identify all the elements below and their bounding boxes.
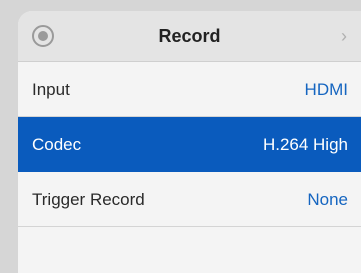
- empty-list-area: [18, 227, 361, 273]
- setting-value-input[interactable]: HDMI: [305, 62, 348, 117]
- setting-row-input[interactable]: Input HDMI: [18, 62, 361, 117]
- setting-value-trigger-record[interactable]: None: [307, 172, 348, 227]
- setting-value-codec[interactable]: H.264 High: [263, 117, 348, 172]
- record-menu-panel: Record › Input HDMI Codec H.264 High Tri…: [18, 11, 361, 273]
- setting-label-input: Input: [32, 80, 70, 99]
- setting-row-codec[interactable]: Codec H.264 High: [18, 117, 361, 172]
- setting-label-trigger-record: Trigger Record: [32, 190, 145, 209]
- menu-title: Record: [158, 26, 221, 46]
- menu-header: Record ›: [18, 11, 361, 62]
- chevron-right-icon[interactable]: ›: [341, 11, 347, 62]
- setting-row-trigger-record[interactable]: Trigger Record None: [18, 172, 361, 227]
- setting-label-codec: Codec: [32, 135, 82, 154]
